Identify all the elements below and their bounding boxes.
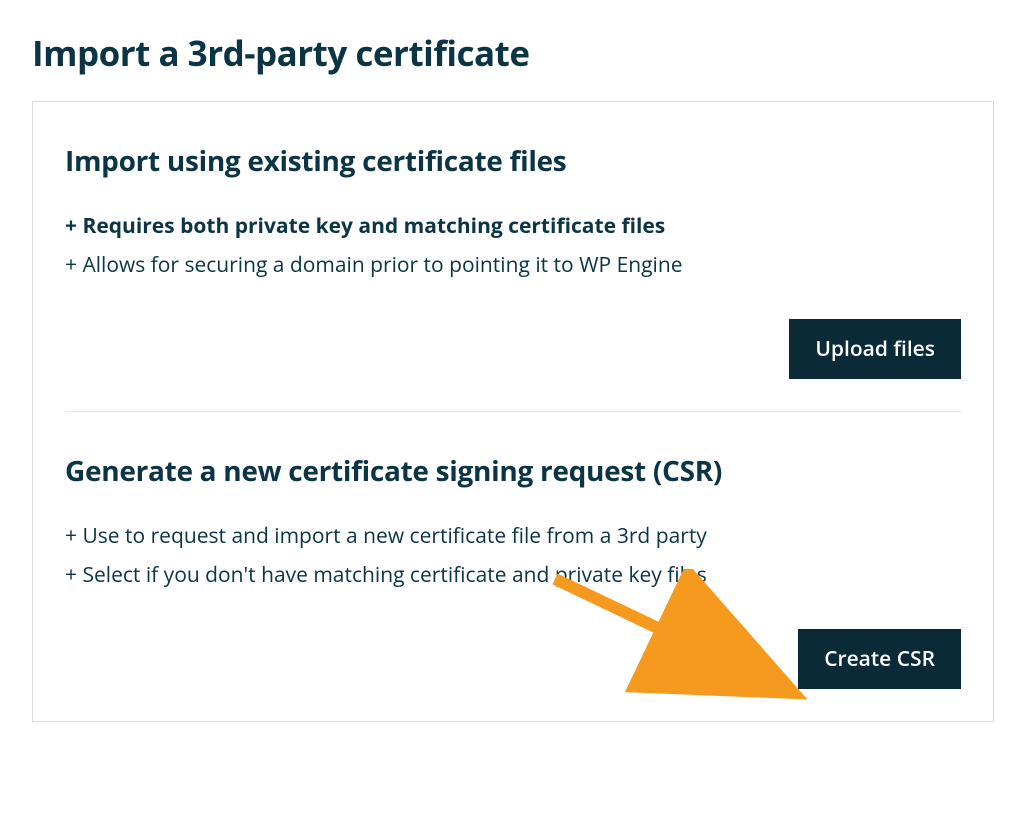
certificate-options-card: Import using existing certificate files … [32,101,994,722]
import-existing-bullet-1: + Requires both private key and matching… [65,210,961,243]
generate-csr-bullet-1: + Use to request and import a new certif… [65,520,961,553]
generate-csr-title: Generate a new certificate signing reque… [65,452,961,490]
create-csr-button[interactable]: Create CSR [798,629,961,689]
generate-csr-button-row: Create CSR [65,629,961,689]
upload-files-button[interactable]: Upload files [789,319,961,379]
page-title: Import a 3rd-party certificate [32,30,994,77]
generate-csr-bullet-2: + Select if you don't have matching cert… [65,559,961,592]
import-existing-section: Import using existing certificate files … [33,102,993,411]
import-existing-title: Import using existing certificate files [65,142,961,180]
import-existing-bullet-2: + Allows for securing a domain prior to … [65,249,961,282]
generate-csr-section: Generate a new certificate signing reque… [33,412,993,721]
import-existing-button-row: Upload files [65,319,961,379]
